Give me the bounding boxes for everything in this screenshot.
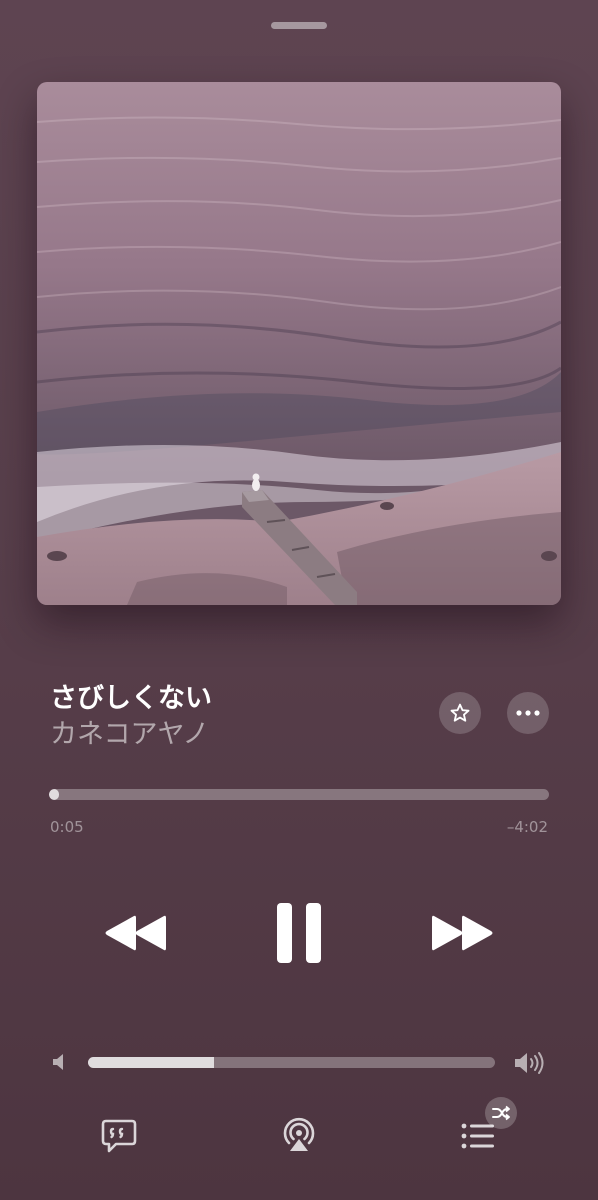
airplay-icon [283,1117,315,1151]
queue-button[interactable] [460,1121,496,1155]
playback-progress-fill [49,789,59,800]
speaker-icon [52,1052,68,1076]
shuffle-badge[interactable] [485,1097,517,1129]
artist-name[interactable]: カネコアヤノ [50,712,209,751]
backward-icon [105,915,166,951]
sheet-grabber[interactable] [271,22,327,29]
rewind-button[interactable] [100,905,170,961]
track-title: さびしくない [50,683,212,714]
time-remaining: –4:02 [506,818,548,836]
volume-slider[interactable] [88,1057,495,1068]
favorite-button[interactable] [439,692,481,734]
volume-level-fill [88,1057,215,1068]
speaker-wave-icon [514,1050,548,1080]
playback-scrubber[interactable] [49,789,549,800]
pause-icon [277,903,321,963]
shuffle-icon [492,1105,510,1121]
ellipsis-icon [516,710,540,716]
airplay-button[interactable] [280,1117,318,1157]
pause-button[interactable] [268,900,330,966]
lyrics-quote-icon [101,1119,137,1153]
more-options-button[interactable] [507,692,549,734]
album-artwork [37,82,561,605]
forward-icon [432,915,493,951]
star-icon [450,703,470,722]
forward-button[interactable] [428,905,498,961]
lyrics-button[interactable] [100,1118,138,1158]
time-elapsed: 0:05 [50,818,84,836]
